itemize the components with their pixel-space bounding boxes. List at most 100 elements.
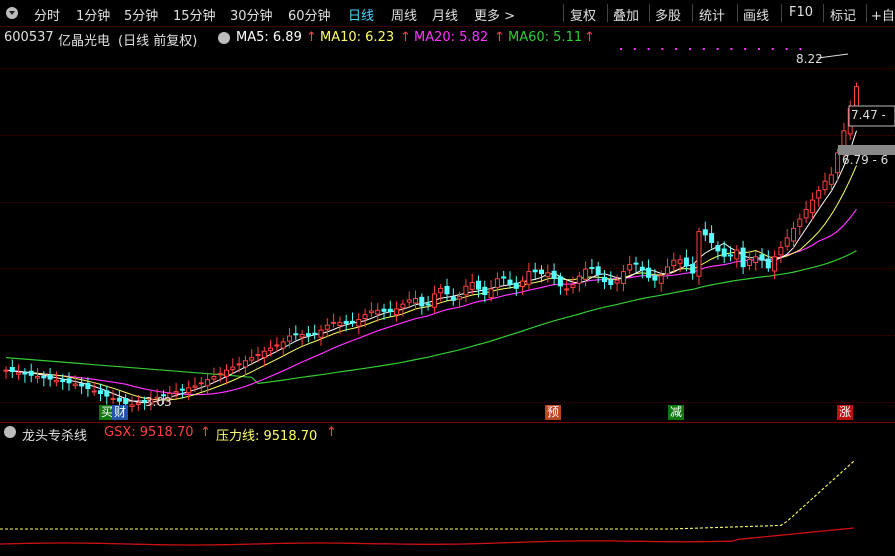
candle xyxy=(3,369,9,372)
candle xyxy=(192,385,198,388)
low-price-label: 3.03 xyxy=(145,395,172,409)
period-monthly[interactable]: 月线 xyxy=(432,5,458,24)
candle xyxy=(438,287,444,294)
marker-dot xyxy=(730,48,733,50)
gsx-value: GSX: 9518.70 xyxy=(104,425,194,440)
marker-dot xyxy=(666,48,668,50)
candle xyxy=(557,276,563,287)
candle xyxy=(715,245,721,252)
candle xyxy=(47,374,53,380)
candle xyxy=(331,321,337,324)
candle xyxy=(564,288,570,291)
multi-stock-button[interactable]: 多股 xyxy=(655,5,681,24)
marker-dot xyxy=(620,48,622,50)
period-more[interactable]: 更多 > xyxy=(474,5,515,24)
forecast-signal-badge: 预 xyxy=(545,405,562,420)
candle xyxy=(683,257,689,267)
period-60min[interactable]: 60分钟 xyxy=(288,5,331,24)
stats-button[interactable]: 统计 xyxy=(699,5,725,24)
candle xyxy=(198,382,204,385)
custom-button[interactable]: +自 xyxy=(871,5,895,24)
price-label-679: 6.79 - 6 xyxy=(842,153,889,167)
candle xyxy=(343,320,349,324)
candle xyxy=(129,404,135,407)
ma10-value: MA10: 6.23 xyxy=(320,30,395,45)
candle xyxy=(772,256,778,272)
candle xyxy=(242,360,248,368)
candle xyxy=(784,237,790,247)
gsx-arrow-icon: ↑ xyxy=(200,425,211,440)
candle xyxy=(98,390,103,395)
high-marker-dots xyxy=(620,48,802,50)
period-fenshi[interactable]: 分时 xyxy=(34,5,60,24)
candle xyxy=(583,268,589,280)
candle xyxy=(658,275,664,284)
candle xyxy=(539,269,544,275)
candlestick-chart[interactable] xyxy=(0,44,895,422)
f10-button[interactable]: F10 xyxy=(789,5,813,20)
marker-dot xyxy=(661,48,664,50)
period-weekly[interactable]: 周线 xyxy=(391,5,417,24)
candle xyxy=(690,263,696,274)
candle xyxy=(488,288,494,299)
period-15min[interactable]: 15分钟 xyxy=(173,5,216,24)
candle xyxy=(211,376,217,380)
candle xyxy=(299,334,305,338)
candle xyxy=(734,249,740,260)
candle xyxy=(671,259,677,267)
candle xyxy=(677,259,683,264)
toolbar-separator xyxy=(649,4,650,22)
marker-dot xyxy=(689,48,691,50)
candle xyxy=(368,310,374,314)
candle xyxy=(854,86,859,108)
marker-dot xyxy=(638,48,640,50)
candle xyxy=(186,387,192,394)
marker-dot xyxy=(647,48,650,50)
period-30min[interactable]: 30分钟 xyxy=(230,5,273,24)
candle xyxy=(791,227,796,242)
draw-button[interactable]: 画线 xyxy=(743,5,769,24)
overlay-button[interactable]: 叠加 xyxy=(613,5,639,24)
candle xyxy=(740,247,746,268)
marker-dot xyxy=(785,48,788,50)
chart-settings-icon[interactable] xyxy=(218,32,230,44)
period-1min[interactable]: 1分钟 xyxy=(76,5,110,24)
candle xyxy=(665,266,670,275)
candle xyxy=(728,254,733,257)
period-toolbar: 分时 1分钟 5分钟 15分钟 30分钟 60分钟 日线 周线 月线 更多 > … xyxy=(0,0,895,27)
candle xyxy=(305,333,311,336)
marker-dot xyxy=(763,48,765,50)
candle xyxy=(425,303,431,306)
menu-dropdown-icon[interactable] xyxy=(6,7,18,19)
marker-dot xyxy=(702,48,705,50)
candle xyxy=(595,266,601,275)
candle xyxy=(532,269,538,273)
ma10-line xyxy=(5,165,857,401)
candle xyxy=(110,398,116,401)
toolbar-separator xyxy=(737,4,738,22)
candle xyxy=(179,388,185,391)
indicator-settings-icon[interactable] xyxy=(4,426,16,438)
period-daily[interactable]: 日线 xyxy=(348,5,374,24)
candle xyxy=(570,284,576,288)
candle xyxy=(318,329,324,338)
candle xyxy=(482,286,488,296)
candle xyxy=(66,378,72,384)
reduce-signal-badge: 减 xyxy=(668,405,685,420)
marker-dot xyxy=(776,48,778,50)
period-5min[interactable]: 5分钟 xyxy=(124,5,158,24)
candle xyxy=(778,246,784,256)
marker-dot xyxy=(753,48,755,50)
candle xyxy=(753,256,759,264)
indicator-chart[interactable] xyxy=(0,440,895,556)
candle xyxy=(620,271,626,284)
candle xyxy=(413,298,418,304)
limit-up-signal-badge: 涨 xyxy=(837,405,854,420)
candles-group xyxy=(3,82,859,413)
mark-button[interactable]: 标记 xyxy=(830,5,856,24)
candle xyxy=(375,309,381,315)
candle xyxy=(79,383,85,387)
fuquan-button[interactable]: 复权 xyxy=(570,5,596,24)
candle xyxy=(835,152,841,174)
candle xyxy=(22,372,28,375)
